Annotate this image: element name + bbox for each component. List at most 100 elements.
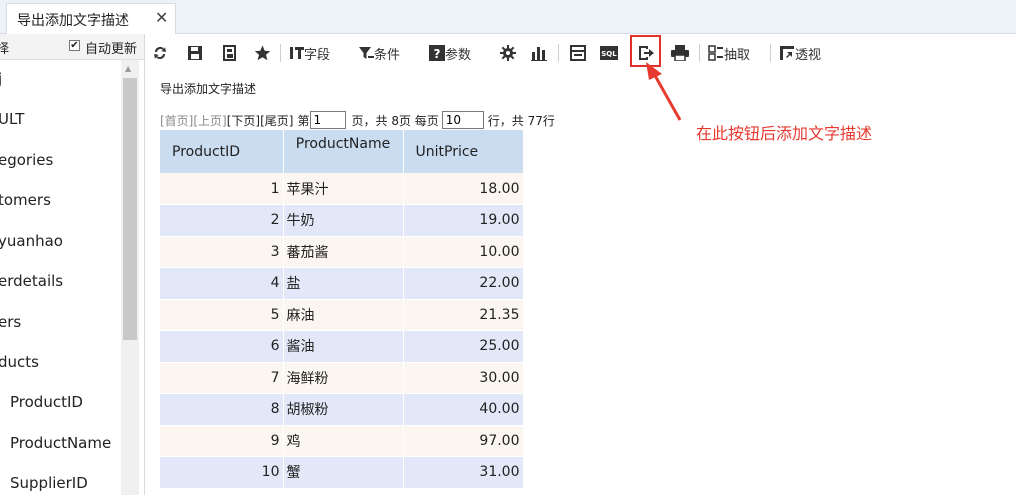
page-prefix: 第	[297, 113, 310, 128]
extract-button[interactable]: 抽取	[708, 41, 750, 65]
cell-productname: 苹果汁	[283, 173, 404, 205]
cell-productid: 6	[160, 330, 284, 363]
help-icon: ?	[429, 45, 445, 61]
table-header-row: ProductID ProductName UnitPrice	[160, 130, 524, 173]
cell-unitprice: 21.35	[403, 299, 524, 331]
layout-icon	[570, 45, 586, 61]
save-as-button[interactable]	[222, 41, 238, 65]
vertical-scrollbar[interactable]: ▲	[121, 60, 139, 495]
pagination-bar: [首页] [上页] [下页] [尾页] 第 页，共 8页 每页 行，共 77行	[160, 110, 555, 130]
auto-update-label: 自动更新	[85, 42, 138, 57]
svg-text:?: ?	[434, 47, 441, 61]
parameter-button[interactable]: ? 参数	[429, 41, 471, 65]
table-row: 10 蟹 31.00	[160, 456, 524, 489]
sql-button[interactable]: SQL	[600, 41, 618, 65]
column-header-unitprice[interactable]: UnitPrice	[403, 130, 524, 173]
save-button[interactable]	[187, 41, 203, 65]
settings-button[interactable]	[500, 41, 516, 65]
cell-unitprice: 40.00	[403, 393, 524, 426]
cell-unitprice: 18.00	[403, 173, 524, 205]
favorite-button[interactable]	[254, 41, 271, 65]
tree-item[interactable]: ProductID	[10, 393, 83, 411]
cell-productname: 胡椒粉	[283, 393, 404, 426]
left-panel: 择 ✔ 自动更新 j ULT egories tomers yuanhao er…	[0, 34, 145, 495]
pivot-label: 透视	[795, 47, 822, 63]
cell-unitprice: 19.00	[403, 204, 524, 237]
cell-productid: 3	[160, 236, 284, 268]
scrollbar-thumb[interactable]	[123, 78, 137, 340]
sql-label: SQL	[601, 50, 617, 58]
per-page-input[interactable]	[441, 111, 484, 129]
tree-item[interactable]: tomers	[0, 191, 51, 209]
extract-icon	[708, 45, 723, 61]
field-label: 字段	[304, 47, 331, 63]
condition-label: 条件	[374, 47, 401, 63]
chart-button[interactable]	[531, 41, 547, 65]
cell-productname: 酱油	[283, 330, 404, 363]
cell-productname: 蟹	[283, 456, 404, 489]
layout-button[interactable]	[570, 41, 586, 65]
prev-page-link[interactable]: [上页]	[193, 112, 226, 129]
table-row: 2 牛奶 19.00	[160, 204, 524, 237]
column-header-productid[interactable]: ProductID	[160, 130, 284, 173]
report-title: 导出添加文字描述	[160, 82, 257, 96]
tree-item[interactable]: ers	[0, 313, 21, 331]
toolbar: 字段 条件 ? 参数 SQL 抽取 透视	[150, 38, 850, 68]
column-header-productname[interactable]: ProductName	[283, 130, 404, 173]
tree-item[interactable]: ducts	[0, 353, 39, 371]
toolbar-divider	[699, 44, 700, 62]
tab-bar: 导出添加文字描述 ✕	[0, 0, 1016, 34]
cell-unitprice: 31.00	[403, 456, 524, 489]
toolbar-divider	[280, 44, 281, 62]
field-icon	[290, 47, 304, 59]
cell-unitprice: 22.00	[403, 267, 524, 300]
tree-item[interactable]: egories	[0, 151, 53, 169]
tree-item[interactable]: ProductName	[10, 434, 111, 452]
save-icon	[188, 46, 202, 60]
table-row: 1 苹果汁 18.00	[160, 173, 524, 205]
first-page-link[interactable]: [首页]	[160, 112, 193, 129]
tab-label: 导出添加文字描述	[17, 13, 129, 29]
table-row: 8 胡椒粉 40.00	[160, 393, 524, 426]
filter-icon	[359, 47, 374, 59]
left-panel-header: 择 ✔ 自动更新	[0, 34, 144, 60]
tree-item[interactable]: SupplierID	[10, 474, 88, 492]
table-row: 7 海鲜粉 30.00	[160, 362, 524, 394]
table-row: 9 鸡 97.00	[160, 425, 524, 457]
tree-item[interactable]: j	[0, 70, 2, 88]
scroll-up-icon[interactable]: ▲	[125, 64, 131, 73]
cell-productid: 2	[160, 204, 284, 237]
cell-unitprice: 25.00	[403, 330, 524, 363]
printer-icon	[671, 45, 689, 61]
cell-productid: 7	[160, 362, 284, 394]
sql-icon: SQL	[600, 46, 618, 60]
pivot-button[interactable]: 透视	[779, 41, 821, 65]
refresh-icon	[154, 47, 166, 60]
cell-productid: 9	[160, 425, 284, 457]
auto-update-checkbox[interactable]: ✔	[69, 40, 80, 51]
cell-productid: 5	[160, 299, 284, 331]
extract-label: 抽取	[724, 47, 751, 63]
tree-item[interactable]: ULT	[0, 110, 24, 128]
cell-productname: 牛奶	[283, 204, 404, 237]
cell-productname: 麻油	[283, 299, 404, 331]
condition-button[interactable]: 条件	[358, 41, 400, 65]
save-as-icon	[223, 45, 236, 61]
page-number-input[interactable]	[309, 111, 346, 129]
tree-item[interactable]: erdetails	[0, 272, 63, 290]
cell-productname: 盐	[283, 267, 404, 300]
tab-export-description[interactable]: 导出添加文字描述 ✕	[6, 3, 176, 34]
annotation-text: 在此按钮后添加文字描述	[696, 124, 873, 143]
last-page-link[interactable]: [尾页]	[260, 112, 293, 129]
field-button[interactable]: 字段	[290, 41, 330, 65]
refresh-button[interactable]	[152, 41, 168, 65]
table-row: 6 酱油 25.00	[160, 330, 524, 363]
cell-productid: 10	[160, 456, 284, 489]
next-page-link[interactable]: [下页]	[227, 112, 260, 129]
close-icon[interactable]: ✕	[155, 8, 168, 27]
cell-unitprice: 10.00	[403, 236, 524, 268]
tree-item[interactable]: yuanhao	[0, 232, 63, 250]
select-label: 择	[0, 38, 9, 57]
annotation-arrow	[646, 62, 682, 121]
cell-productname: 蕃茄酱	[283, 236, 404, 268]
